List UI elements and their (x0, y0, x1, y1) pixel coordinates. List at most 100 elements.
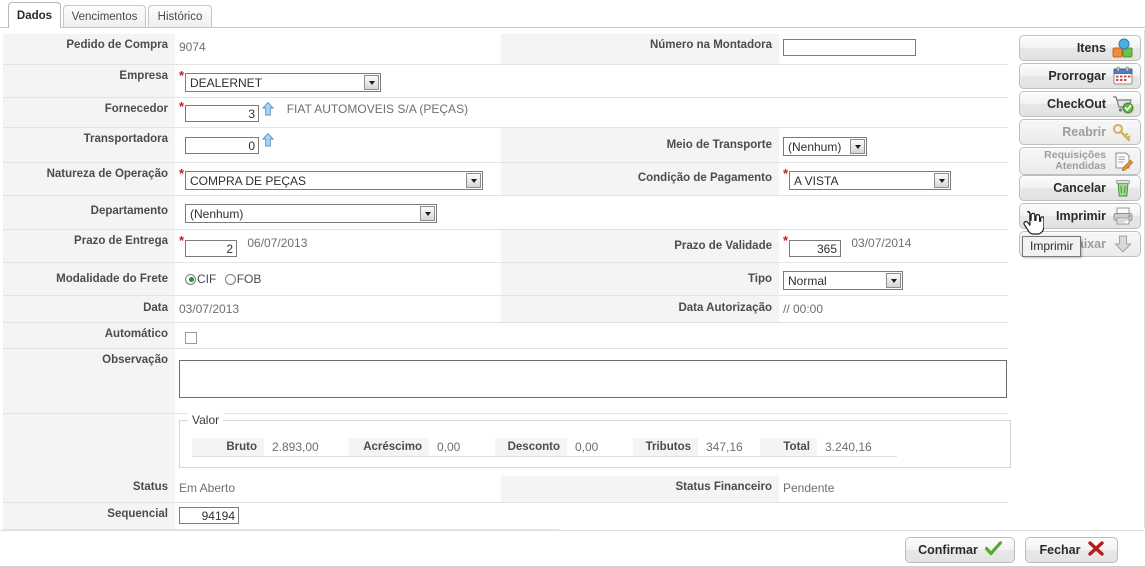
imprimir-button[interactable]: Imprimir (1019, 203, 1141, 229)
reabrir-button-label: Reabrir (1062, 124, 1106, 139)
label-empresa: Empresa (3, 65, 175, 97)
chevron-down-icon[interactable] (934, 173, 949, 188)
radio-cif-label: CIF (197, 272, 217, 286)
fechar-button[interactable]: Fechar (1025, 537, 1118, 563)
tab-strip: Dados Vencimentos Histórico (0, 0, 1145, 28)
blocks-icon (1112, 38, 1134, 58)
prorrogar-button[interactable]: Prorrogar (1019, 63, 1141, 89)
select-meio-de-transporte[interactable]: (Nenhum) (783, 137, 867, 156)
value-prazo-de-entrega-data: 06/07/2013 (247, 235, 308, 250)
label-pedido-de-compra: Pedido de Compra (3, 34, 175, 64)
label-departamento: Departamento (3, 196, 175, 229)
tab-historico[interactable]: Histórico (148, 5, 212, 28)
select-condicao-de-pagamento[interactable]: A VISTA (789, 171, 951, 190)
chevron-down-icon[interactable] (420, 206, 435, 221)
itens-button-label: Itens (1076, 40, 1106, 55)
label-status-financeiro: Status Financeiro (501, 476, 779, 502)
input-numero-na-montadora[interactable] (783, 39, 916, 56)
required-marker-prazo-entrega: * (179, 233, 185, 248)
input-prazo-de-validade-dias[interactable] (789, 240, 841, 257)
row-empresa: Empresa * DEALERNET (3, 65, 1008, 98)
reabrir-button[interactable]: Reabrir (1019, 119, 1141, 145)
valor-label-tributos: Tributos (633, 438, 698, 457)
cancelar-button[interactable]: Cancelar (1019, 175, 1141, 201)
row-departamento: Departamento (Nenhum) (3, 196, 1008, 230)
label-condicao-de-pagamento: Condição de Pagamento (501, 163, 779, 195)
confirmar-button-label: Confirmar (918, 543, 978, 557)
printer-icon (1112, 206, 1134, 226)
checkout-button[interactable]: CheckOut (1019, 91, 1141, 117)
input-prazo-de-entrega-dias[interactable] (185, 240, 237, 257)
select-departamento[interactable]: (Nenhum) (185, 204, 437, 223)
requisicoes-atendidas-button-label: Requisições Atendidas (1044, 149, 1106, 172)
row-observacao: Observação (3, 349, 1008, 414)
label-tipo: Tipo (501, 263, 779, 295)
label-observacao: Observação (3, 349, 175, 413)
value-pedido-de-compra: 9074 (179, 40, 206, 54)
chevron-down-icon[interactable] (850, 139, 865, 154)
tab-dados[interactable]: Dados (8, 2, 61, 28)
radio-frete-cif[interactable]: CIF (185, 272, 221, 286)
tab-vencimentos[interactable]: Vencimentos (63, 5, 146, 28)
chevron-down-icon[interactable] (886, 273, 901, 288)
select-condicao-de-pagamento-value: A VISTA (794, 174, 839, 188)
radio-cif-marker[interactable] (185, 273, 196, 285)
radio-fob-marker[interactable] (224, 273, 236, 285)
confirmar-button[interactable]: Confirmar (905, 537, 1015, 563)
lookup-up-arrow-icon[interactable] (262, 101, 275, 116)
label-data: Data (3, 296, 175, 322)
row-fornecedor: Fornecedor * FIAT AUTOMOVEIS S/A (PEÇAS) (3, 98, 1008, 128)
tooltip-imprimir-text: Imprimir (1030, 239, 1074, 253)
calendar-icon (1112, 66, 1134, 86)
select-tipo[interactable]: Normal (783, 271, 903, 290)
textarea-observacao[interactable] (179, 360, 1007, 398)
row-automatico: Automático (3, 323, 1008, 349)
valor-value-desconto: 0,00 (567, 438, 633, 457)
row-sequencial: Sequencial (3, 503, 559, 530)
requisicoes-atendidas-button[interactable]: Requisições Atendidas (1019, 147, 1141, 175)
radio-frete-fob[interactable]: FOB (224, 272, 267, 286)
checkout-button-label: CheckOut (1046, 96, 1106, 111)
row-natureza-condicao: Natureza de Operação * COMPRA DE PEÇAS C… (3, 163, 1008, 196)
label-valor-spacer (3, 414, 175, 476)
purchase-order-form-window: Dados Vencimentos Histórico Pedido de Co… (0, 0, 1145, 567)
row-pedido-montadora: Pedido de Compra 9074 Número na Montador… (3, 34, 1008, 65)
label-transportadora: Transportadora (3, 128, 175, 162)
input-transportadora-codigo[interactable] (185, 137, 259, 154)
row-datas: Data 03/07/2013 Data Autorização // 00:0… (3, 296, 1008, 323)
chevron-down-icon[interactable] (364, 75, 379, 90)
select-natureza-de-operacao[interactable]: COMPRA DE PEÇAS (185, 171, 483, 190)
input-fornecedor-codigo[interactable] (185, 105, 259, 122)
value-status: Em Aberto (179, 481, 236, 495)
valor-value-total: 3.240,16 (817, 438, 897, 457)
valor-label-acrescimo: Acréscimo (349, 438, 429, 457)
chevron-down-icon[interactable] (466, 173, 481, 188)
imprimir-button-label: Imprimir (1055, 208, 1106, 223)
row-prazos: Prazo de Entrega * 06/07/2013 Prazo de V… (3, 230, 1008, 263)
itens-button[interactable]: Itens (1019, 35, 1141, 61)
valor-value-tributos: 347,16 (698, 438, 760, 457)
trash-icon (1112, 178, 1134, 198)
label-prazo-de-validade: Prazo de Validade (501, 230, 779, 262)
valor-value-bruto: 2.893,00 (264, 438, 349, 457)
valor-label-bruto: Bruto (192, 438, 264, 457)
tab-vencimentos-label: Vencimentos (71, 11, 138, 23)
value-data-autorizacao: // 00:00 (783, 302, 824, 316)
label-status: Status (3, 476, 175, 502)
label-automatico: Automático (3, 323, 175, 348)
label-prazo-de-entrega: Prazo de Entrega (3, 230, 175, 262)
down-arrow-icon (1112, 234, 1134, 254)
value-status-financeiro: Pendente (783, 481, 835, 495)
tab-dados-label: Dados (16, 9, 53, 22)
label-natureza-de-operacao: Natureza de Operação (3, 163, 175, 195)
select-natureza-de-operacao-value: COMPRA DE PEÇAS (190, 174, 307, 188)
checkbox-automatico[interactable] (185, 331, 197, 344)
input-sequencial[interactable] (179, 507, 239, 524)
select-empresa[interactable]: DEALERNET (185, 73, 381, 92)
key-wrench-icon (1112, 122, 1134, 142)
valor-label-total: Total (760, 438, 817, 457)
valor-label-desconto: Desconto (495, 438, 567, 457)
label-numero-na-montadora: Número na Montadora (501, 34, 779, 64)
lookup-up-arrow-icon[interactable] (262, 132, 275, 147)
tooltip-imprimir: Imprimir (1022, 236, 1082, 257)
